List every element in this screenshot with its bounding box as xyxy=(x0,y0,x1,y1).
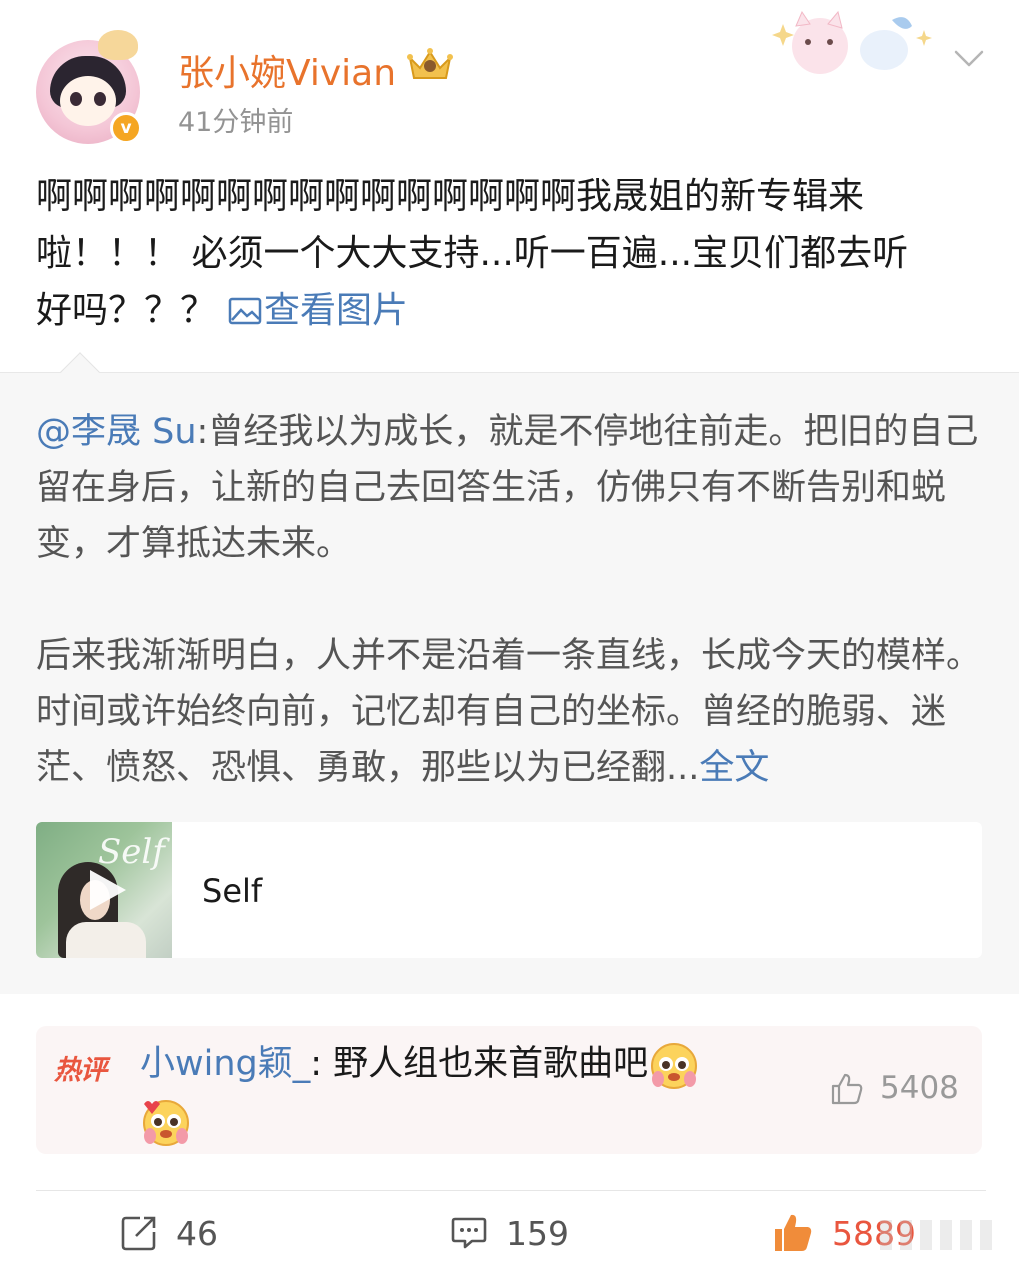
thumbs-up-icon xyxy=(775,1214,812,1251)
post-text-line: 啊啊啊啊啊啊啊啊啊啊啊啊啊啊啊我晟姐的新专辑来 xyxy=(36,176,865,217)
pleading-emoji-icon xyxy=(143,1100,189,1146)
comment-like-count: 5408 xyxy=(880,1070,959,1106)
post-text-end: 好吗？？？ xyxy=(36,290,217,331)
repost-icon xyxy=(121,1216,156,1251)
watermark xyxy=(880,1220,1000,1250)
repost-paragraph: @李晟 Su:曾经我以为成长，就是不停地往前走。把旧的自己留在身后，让新的自己去… xyxy=(36,404,986,572)
sticker-decoration xyxy=(772,10,932,74)
chevron-down-icon[interactable] xyxy=(952,46,986,70)
comment-body: : 野人组也来首歌曲吧 xyxy=(310,1044,649,1084)
song-title: Self xyxy=(202,872,263,910)
post-timestamp: 41分钟前 xyxy=(178,107,294,138)
repost-count: 46 xyxy=(176,1213,218,1253)
pleading-emoji-icon xyxy=(651,1043,698,1089)
hot-comment-text: 小wing颖_: 野人组也来首歌曲吧 xyxy=(140,1038,700,1091)
post-text: 啊啊啊啊啊啊啊啊啊啊啊啊啊啊啊我晟姐的新专辑来 啦！！！ 必须一个大大支持...… xyxy=(36,168,986,339)
comment-count: 159 xyxy=(506,1213,569,1253)
repost-text[interactable]: @李晟 Su:曾经我以为成长，就是不停地往前走。把旧的自己留在身后，让新的自己去… xyxy=(36,404,986,796)
commenter-name[interactable]: 小wing颖_ xyxy=(140,1044,310,1084)
picture-icon xyxy=(228,297,262,325)
mention-link[interactable]: @李晟 Su xyxy=(36,412,197,452)
verified-badge-icon: v xyxy=(110,112,142,144)
view-picture-link[interactable]: 查看图片 xyxy=(216,290,408,331)
repost-button[interactable]: 46 xyxy=(120,1206,218,1260)
hot-comment[interactable]: 热评 小wing颖_: 野人组也来首歌曲吧 5408 xyxy=(36,1026,982,1154)
full-text-link[interactable]: 全文 xyxy=(699,748,769,788)
hot-comment-badge: 热评 xyxy=(54,1055,107,1086)
comment-button[interactable]: 159 xyxy=(450,1206,569,1260)
view-picture-label: 查看图片 xyxy=(264,290,409,331)
comment-icon xyxy=(451,1217,487,1249)
post-text-line: 好吗？？？ 查看图片 xyxy=(36,282,986,339)
thumbs-up-icon[interactable] xyxy=(830,1072,864,1106)
play-icon[interactable] xyxy=(86,866,130,914)
crown-icon xyxy=(407,48,453,79)
post-text-line: 啦！！！ 必须一个大大支持...听一百遍...宝贝们都去听 xyxy=(36,233,909,274)
music-card[interactable]: Self Self xyxy=(36,822,982,958)
repost-paragraph-text: 后来我渐渐明白，人并不是沿着一条直线，长成今天的模样。时间或许始终向前，记忆却有… xyxy=(36,636,982,788)
album-cover: Self xyxy=(36,822,172,958)
username[interactable]: 张小婉Vivian xyxy=(178,44,396,96)
repost-paragraph: 后来我渐渐明白，人并不是沿着一条直线，长成今天的模样。时间或许始终向前，记忆却有… xyxy=(36,628,986,796)
divider xyxy=(36,1190,986,1191)
